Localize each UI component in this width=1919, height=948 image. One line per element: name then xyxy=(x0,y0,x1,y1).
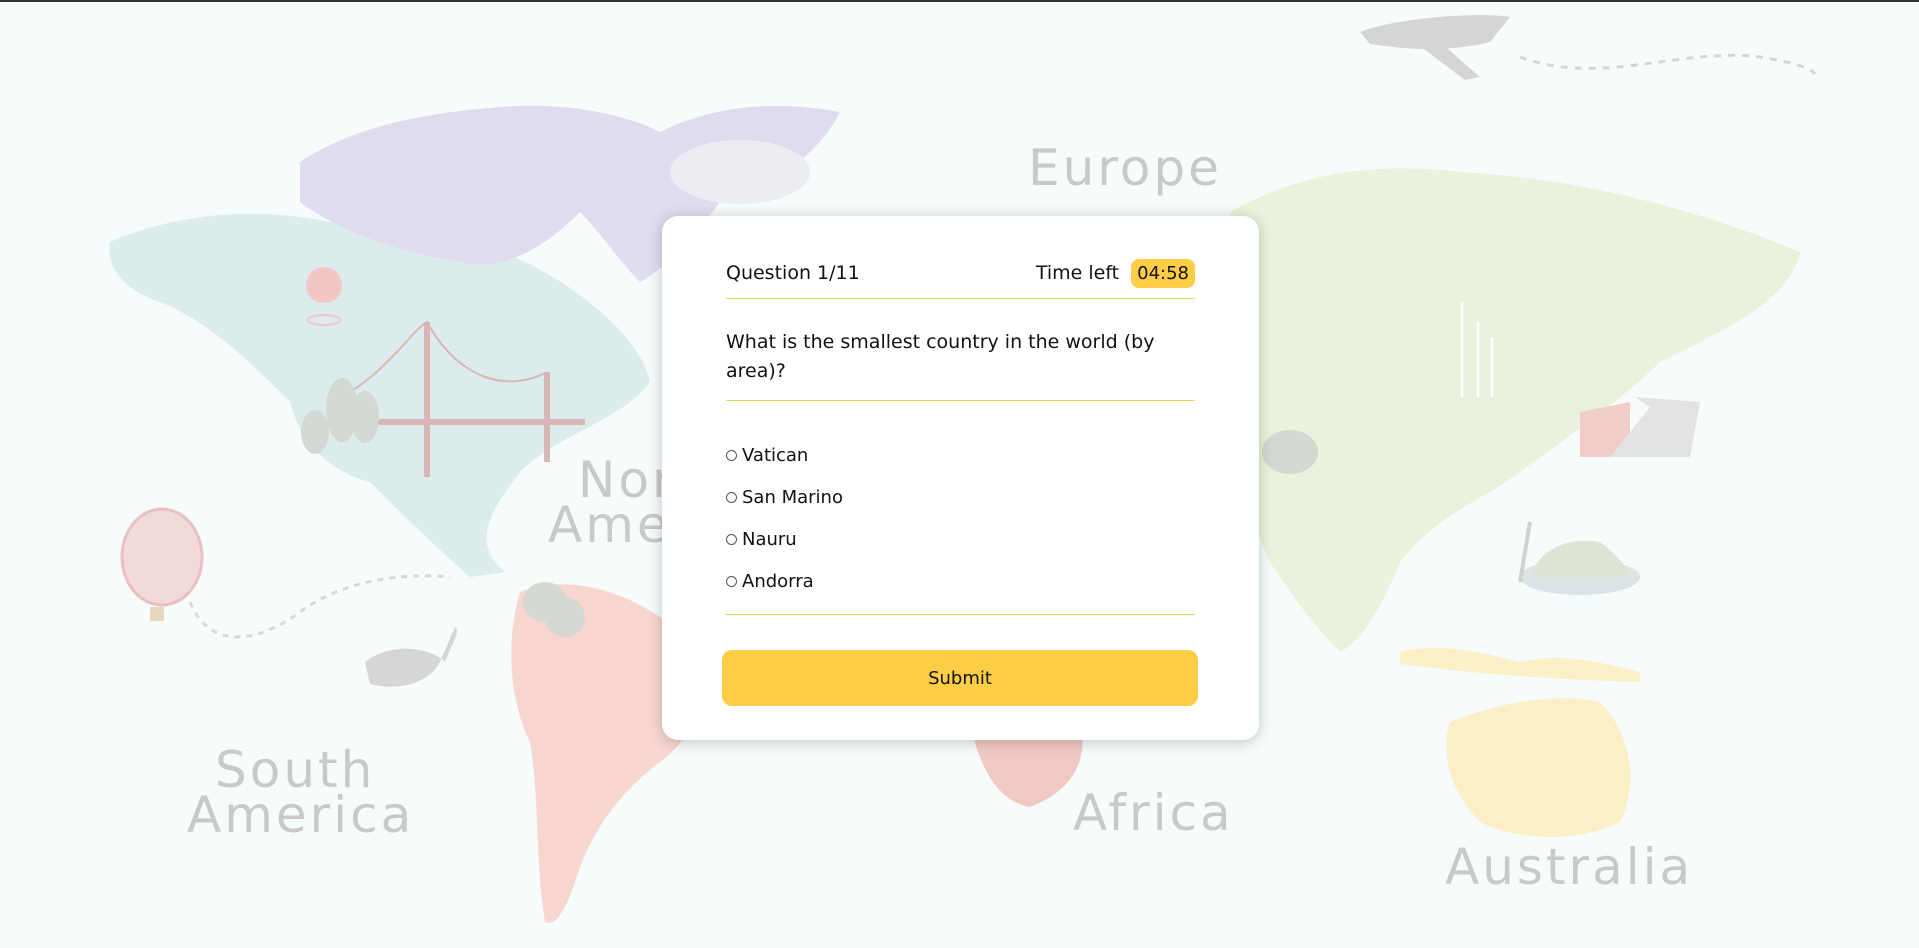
label-europe: Europe xyxy=(1028,139,1222,197)
question-counter: Question 1/11 xyxy=(726,262,860,284)
polar-bear-icon xyxy=(670,140,810,204)
radio-button[interactable] xyxy=(726,575,737,587)
option-andorra[interactable]: Andorra xyxy=(726,560,1195,602)
label-australia: Australia xyxy=(1445,838,1693,896)
option-label: Andorra xyxy=(742,570,814,592)
radio-button[interactable] xyxy=(726,449,737,461)
whale-icon xyxy=(365,627,457,687)
timer-label: Time left xyxy=(1035,262,1120,284)
answer-options: Vatican San Marino Nauru Andorra xyxy=(726,434,1195,615)
flight-path xyxy=(1519,53,1817,76)
palm-island-icon xyxy=(1518,521,1640,595)
option-san-marino[interactable]: San Marino xyxy=(726,476,1195,518)
timer: Time left 04:58 xyxy=(1035,258,1195,288)
label-south-america-2: America xyxy=(187,786,414,844)
radio-button[interactable] xyxy=(726,533,737,545)
quiz-card: Question 1/11 Time left 04:58 What is th… xyxy=(662,216,1259,740)
option-nauru[interactable]: Nauru xyxy=(726,518,1195,560)
option-label: San Marino xyxy=(742,486,843,508)
australia-landmass xyxy=(1446,698,1631,837)
submit-button[interactable]: Submit xyxy=(722,650,1198,706)
eurasia-landmass xyxy=(1230,168,1800,653)
option-vatican[interactable]: Vatican xyxy=(726,434,1195,476)
islands-landmass xyxy=(1400,647,1640,682)
balloon-path xyxy=(188,574,451,639)
radio-button[interactable] xyxy=(726,491,737,503)
option-label: Nauru xyxy=(742,528,797,550)
label-africa: Africa xyxy=(1073,784,1234,842)
airplane-icon xyxy=(1360,15,1510,80)
quiz-header: Question 1/11 Time left 04:58 xyxy=(726,248,1195,299)
timer-value-badge: 04:58 xyxy=(1131,258,1195,288)
option-label: Vatican xyxy=(742,444,809,466)
question-text: What is the smallest country in the worl… xyxy=(726,328,1195,401)
